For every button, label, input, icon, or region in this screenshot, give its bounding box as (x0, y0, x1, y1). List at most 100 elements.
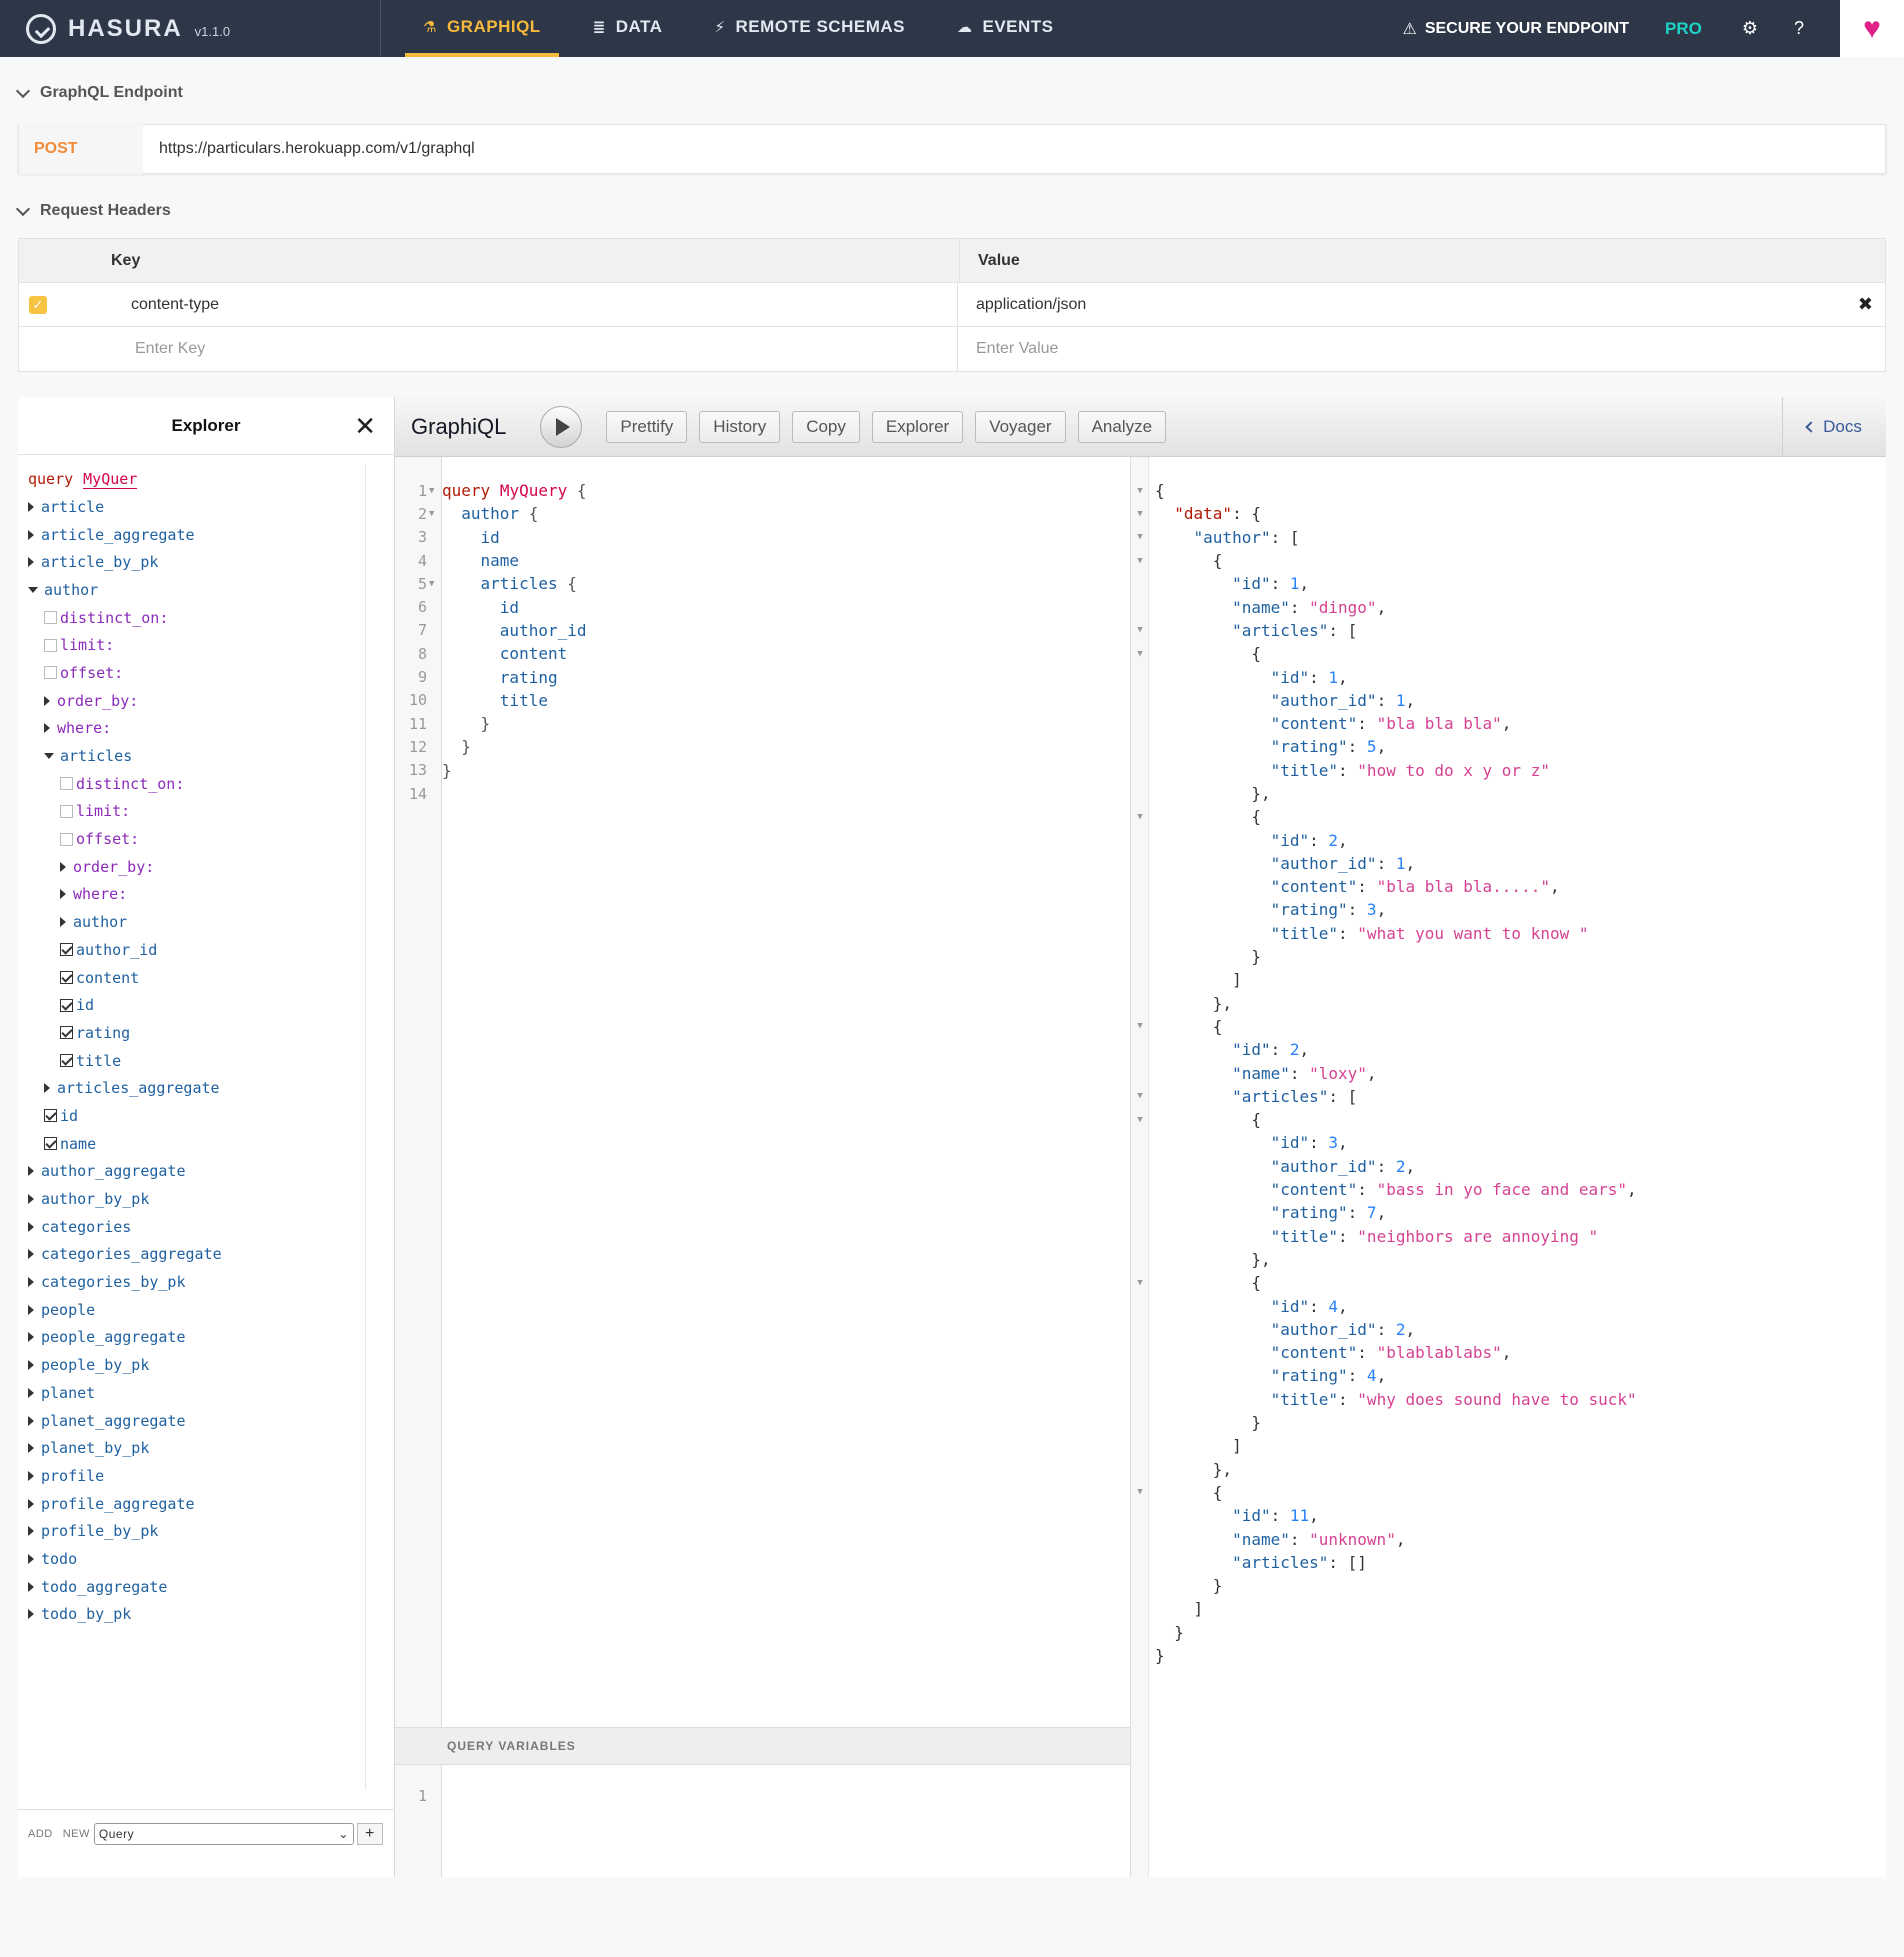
secure-endpoint-link[interactable]: ⚠ SECURE YOUR ENDPOINT (1402, 19, 1629, 39)
tree-item[interactable]: people (26, 1296, 365, 1324)
tree-item[interactable]: order_by: (26, 853, 365, 881)
gear-icon[interactable]: ⚙ (1742, 18, 1758, 39)
caret-right-icon (28, 1609, 34, 1620)
tree-item[interactable]: where: (26, 881, 365, 909)
fold-icon[interactable]: ▼ (1131, 812, 1149, 822)
add-operation-button[interactable]: + (356, 1822, 383, 1845)
tree-item[interactable]: content (26, 964, 365, 992)
tree-item[interactable]: planet_by_pk (26, 1434, 365, 1462)
endpoint-section-toggle[interactable]: GraphQL Endpoint (15, 83, 183, 102)
tree-item[interactable]: planet_aggregate (26, 1407, 365, 1435)
tree-item[interactable]: categories_by_pk (26, 1268, 365, 1296)
tab-data[interactable]: ≣ DATA (575, 0, 681, 57)
tree-item[interactable]: limit: (26, 631, 365, 659)
tree-item[interactable]: categories (26, 1213, 365, 1241)
fold-icon[interactable]: ▼ (1131, 1021, 1149, 1031)
result-text: "author_id": 1, (1270, 853, 1416, 873)
query-editor[interactable]: 1 ▼ query MyQuery {2 ▼ author {3 id 4 name 5 ▼… (395, 457, 1131, 1727)
fold-icon[interactable]: ▼ (427, 579, 442, 589)
fold-icon[interactable]: ▼ (427, 509, 442, 519)
header-value-input[interactable]: application/json (976, 296, 1086, 314)
query-variables-header[interactable]: QUERY VARIABLES (395, 1727, 1130, 1765)
header-key-input[interactable]: content-type (109, 283, 958, 326)
tree-item[interactable]: todo_aggregate (26, 1573, 365, 1601)
prettify-button[interactable]: Prettify (606, 410, 688, 443)
header-enabled-checkbox[interactable]: ✓ (29, 295, 47, 314)
tree-item[interactable]: offset: (26, 825, 365, 853)
tree-item[interactable]: people_aggregate (26, 1324, 365, 1352)
fold-icon[interactable]: ▼ (1131, 1115, 1149, 1125)
tree-item[interactable]: people_by_pk (26, 1351, 365, 1379)
operation-name-input[interactable]: MyQuer (83, 470, 138, 489)
result-text: "content": "bla bla bla", (1270, 714, 1512, 734)
tree-item[interactable]: author (26, 576, 365, 604)
new-header-key-input[interactable]: Enter Key (109, 327, 958, 371)
tree-item[interactable]: author_id (26, 936, 365, 964)
headers-section-toggle[interactable]: Request Headers (15, 201, 171, 220)
tree-item[interactable]: todo_by_pk (26, 1601, 365, 1629)
result-text: } (1155, 1413, 1261, 1433)
fold-icon[interactable]: ▼ (1131, 1091, 1149, 1101)
tree-item[interactable]: todo (26, 1545, 365, 1573)
tree-item[interactable]: profile_by_pk (26, 1517, 365, 1545)
brand[interactable]: HASURA v1.1.0 (0, 0, 381, 57)
fold-icon[interactable]: ▼ (427, 486, 442, 496)
result-text: "content": "bass in yo face and ears", (1270, 1180, 1637, 1200)
tree-item[interactable]: planet (26, 1379, 365, 1407)
execute-query-button[interactable] (540, 405, 583, 448)
tree-item[interactable]: name (26, 1130, 365, 1158)
fold-icon[interactable]: ▼ (1131, 556, 1149, 566)
tab-events[interactable]: ☁ EVENTS (939, 0, 1072, 57)
endpoint-url-input[interactable]: https://particulars.herokuapp.com/v1/gra… (143, 140, 475, 158)
tree-item[interactable]: order_by: (26, 687, 365, 715)
tree-item[interactable]: offset: (26, 659, 365, 687)
caret-right-icon (28, 501, 34, 512)
tree-item[interactable]: limit: (26, 798, 365, 826)
tree-item[interactable]: distinct_on: (26, 770, 365, 798)
explorer-button[interactable]: Explorer (871, 410, 964, 443)
copy-button[interactable]: Copy (792, 410, 860, 443)
fold-icon[interactable]: ▼ (1131, 486, 1149, 496)
tree-item[interactable]: article_aggregate (26, 521, 365, 549)
operation-type-select[interactable]: Query ⌄ (93, 1822, 354, 1845)
analyze-button[interactable]: Analyze (1077, 410, 1167, 443)
tree-item[interactable]: profile_aggregate (26, 1490, 365, 1518)
delete-header-icon[interactable]: ✖ (1858, 294, 1873, 315)
tree-item[interactable]: author_by_pk (26, 1185, 365, 1213)
heart-icon[interactable]: ♥ (1840, 0, 1904, 57)
fold-icon[interactable]: ▼ (1131, 509, 1149, 519)
tree-item-label: author (44, 580, 99, 599)
new-header-value-input[interactable]: Enter Value (958, 327, 1885, 371)
docs-button[interactable]: Docs (1782, 397, 1886, 457)
close-icon[interactable]: ✕ (354, 411, 376, 442)
tree-item[interactable]: articles_aggregate (26, 1074, 365, 1102)
tree-item[interactable]: categories_aggregate (26, 1241, 365, 1269)
tree-item[interactable]: where: (26, 715, 365, 743)
tree-item[interactable]: title (26, 1047, 365, 1075)
result-text: "id": 11, (1232, 1506, 1319, 1526)
fold-icon[interactable]: ▼ (1131, 1278, 1149, 1288)
fold-icon[interactable]: ▼ (1131, 1487, 1149, 1497)
pro-link[interactable]: PRO (1665, 19, 1702, 39)
tree-item[interactable]: id (26, 991, 365, 1019)
fold-icon[interactable]: ▼ (1131, 625, 1149, 635)
tree-item[interactable]: author_aggregate (26, 1158, 365, 1186)
result-line: "content": "bass in yo face and ears", (1131, 1178, 1637, 1201)
voyager-button[interactable]: Voyager (975, 410, 1066, 443)
fold-icon[interactable]: ▼ (1131, 532, 1149, 542)
help-icon[interactable]: ? (1794, 18, 1804, 39)
tree-item[interactable]: article (26, 493, 365, 521)
tree-item[interactable]: author (26, 908, 365, 936)
tree-item[interactable]: distinct_on: (26, 604, 365, 632)
tab-remote-schemas[interactable]: ⚡ REMOTE SCHEMAS (696, 0, 923, 57)
result-line: ] (1131, 968, 1637, 991)
tree-item[interactable]: profile (26, 1462, 365, 1490)
tab-graphiql[interactable]: ⚗ GRAPHIQL (405, 0, 559, 57)
tree-item[interactable]: article_by_pk (26, 548, 365, 576)
tree-item[interactable]: rating (26, 1019, 365, 1047)
checkbox-checked-icon (60, 1054, 73, 1068)
tree-item[interactable]: id (26, 1102, 365, 1130)
fold-icon[interactable]: ▼ (1131, 649, 1149, 659)
tree-item[interactable]: articles (26, 742, 365, 770)
history-button[interactable]: History (699, 410, 781, 443)
